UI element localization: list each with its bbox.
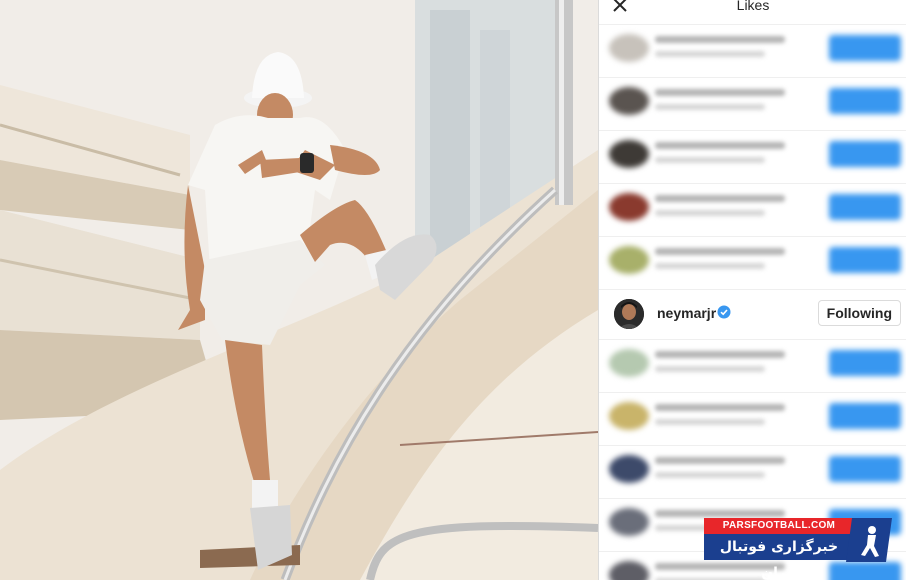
list-item[interactable] xyxy=(599,237,906,290)
redacted-username xyxy=(655,404,785,411)
likes-panel: Likes neymarjr Following xyxy=(598,0,906,580)
follow-button[interactable] xyxy=(829,403,901,429)
verified-badge-icon xyxy=(717,305,731,319)
follow-button[interactable] xyxy=(829,247,901,273)
avatar[interactable] xyxy=(609,561,649,580)
avatar[interactable] xyxy=(609,349,649,377)
follow-button[interactable] xyxy=(829,35,901,61)
redacted-username xyxy=(655,195,785,202)
redacted-fullname xyxy=(655,104,765,110)
redacted-fullname xyxy=(655,210,765,216)
list-item[interactable] xyxy=(599,446,906,499)
list-item-featured[interactable]: neymarjr Following xyxy=(599,290,906,340)
watermark-site: PARSFOOTBALL.COM xyxy=(704,518,854,534)
redacted-fullname xyxy=(655,157,765,163)
redacted-username xyxy=(655,89,785,96)
redacted-fullname xyxy=(655,263,765,269)
list-item[interactable] xyxy=(599,131,906,184)
username[interactable]: neymarjr xyxy=(657,305,716,321)
following-button[interactable]: Following xyxy=(817,300,901,326)
follow-button[interactable] xyxy=(829,141,901,167)
follow-button[interactable] xyxy=(829,194,901,220)
avatar[interactable] xyxy=(609,87,649,115)
avatar[interactable] xyxy=(609,193,649,221)
avatar[interactable] xyxy=(609,508,649,536)
watermark: PARSFOOTBALL.COM خبرگزاری فوتبال ایران xyxy=(704,518,894,581)
avatar[interactable] xyxy=(609,246,649,274)
redacted-fullname xyxy=(655,472,765,478)
follow-button[interactable] xyxy=(829,456,901,482)
redacted-fullname xyxy=(655,366,765,372)
watermark-tagline: خبرگزاری فوتبال ایران xyxy=(704,534,854,581)
redacted-username xyxy=(655,351,785,358)
avatar[interactable] xyxy=(609,34,649,62)
redacted-username xyxy=(655,248,785,255)
redacted-username xyxy=(655,36,785,43)
avatar[interactable] xyxy=(609,455,649,483)
avatar-image xyxy=(614,299,644,329)
avatar[interactable] xyxy=(609,140,649,168)
follow-button[interactable] xyxy=(829,88,901,114)
avatar[interactable] xyxy=(609,402,649,430)
list-item[interactable] xyxy=(599,25,906,78)
likes-header: Likes xyxy=(599,0,906,25)
redacted-fullname xyxy=(655,419,765,425)
follow-button[interactable] xyxy=(829,350,901,376)
list-item[interactable] xyxy=(599,393,906,446)
avatar[interactable] xyxy=(614,299,644,329)
watermark-logo-icon xyxy=(846,518,892,562)
list-item[interactable] xyxy=(599,78,906,131)
likes-list: neymarjr Following xyxy=(599,25,906,580)
post-photo xyxy=(0,0,598,580)
likes-title: Likes xyxy=(736,0,770,13)
redacted-username xyxy=(655,142,785,149)
redacted-username xyxy=(655,510,785,517)
post-photo-image xyxy=(0,0,598,580)
redacted-username xyxy=(655,457,785,464)
list-item[interactable] xyxy=(599,340,906,393)
list-item[interactable] xyxy=(599,184,906,237)
redacted-fullname xyxy=(655,51,765,57)
follow-button[interactable] xyxy=(829,562,901,580)
